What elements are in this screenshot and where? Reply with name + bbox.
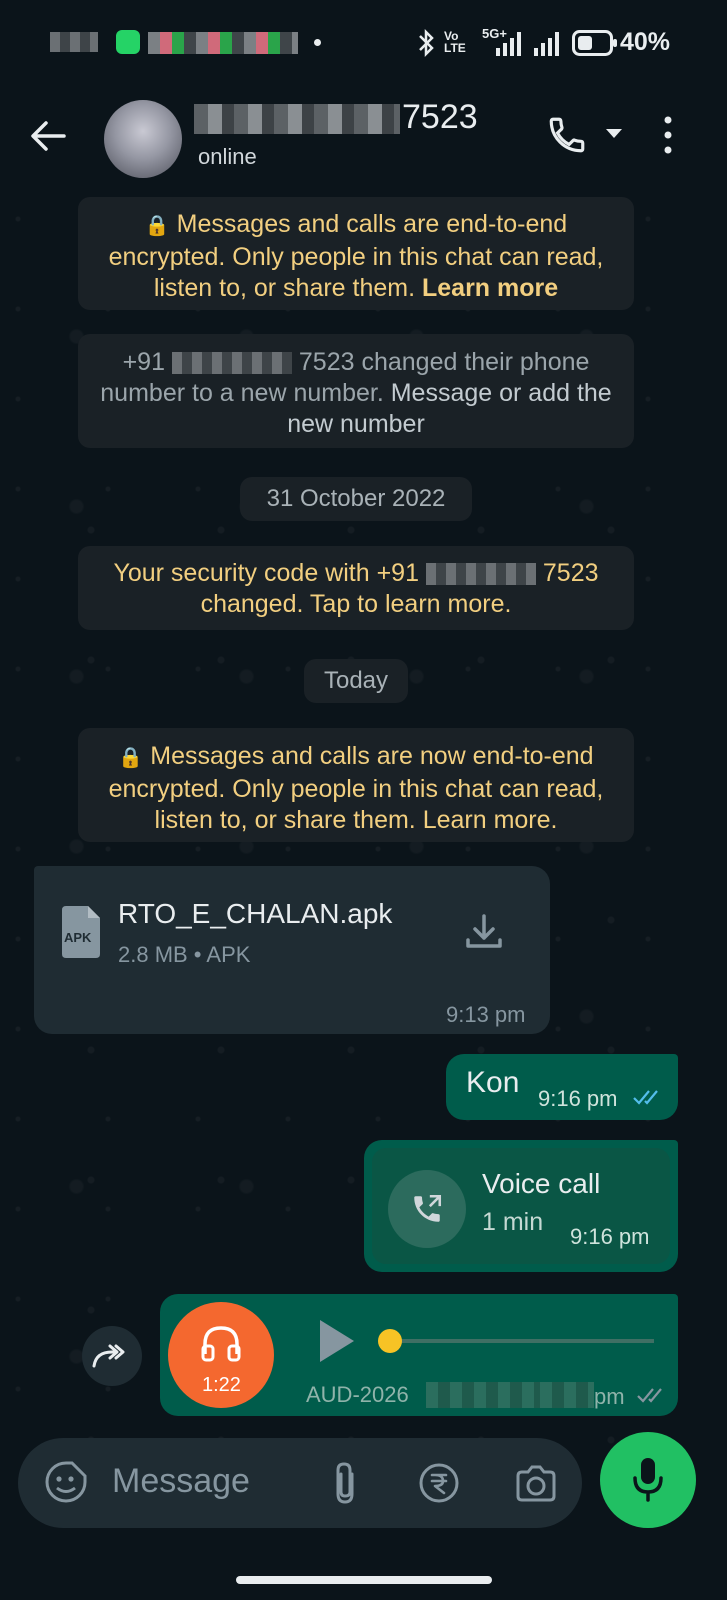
lock-icon: 🔒	[144, 215, 170, 237]
audio-filename-blurred	[426, 1382, 542, 1408]
whatsapp-notification-icon	[116, 30, 140, 54]
message-time: 9:13 pm	[446, 1002, 526, 1027]
play-icon[interactable]	[316, 1318, 356, 1364]
contact-avatar[interactable]	[104, 100, 182, 178]
bluetooth-icon	[419, 28, 434, 58]
contact-status: online	[198, 144, 257, 169]
security-code-prefix: Your security code with +91	[113, 559, 419, 587]
forward-button[interactable]	[82, 1326, 142, 1386]
contact-name-suffix[interactable]: 7523	[402, 98, 478, 137]
volte-indicator: Vo LTE	[444, 29, 466, 55]
delivered-ticks-icon	[637, 1388, 662, 1403]
number-change-notice[interactable]: +91 7523 changed their phone number to a…	[78, 334, 634, 448]
voice-call-icon[interactable]	[546, 114, 588, 156]
audio-progress-thumb[interactable]	[378, 1329, 402, 1353]
message-input-bar: Message	[18, 1438, 582, 1528]
audio-progress-track[interactable]	[388, 1339, 654, 1343]
microphone-icon	[633, 1458, 663, 1502]
security-code-tail: changed. Tap to learn more.	[200, 590, 512, 618]
sticker-emoji-icon[interactable]	[44, 1460, 88, 1504]
battery-percentage: 40%	[620, 28, 671, 56]
download-icon[interactable]	[464, 912, 504, 952]
message-time: 9:16 pm	[570, 1224, 650, 1249]
message-input[interactable]: Message	[112, 1462, 250, 1501]
notification-icons-blurred	[50, 32, 98, 52]
security-code-suffix: 7523	[542, 559, 599, 587]
call-title: Voice call	[482, 1168, 601, 1199]
call-message-bubble[interactable]: Voice call 1 min 9:16 pm	[364, 1140, 678, 1272]
audio-time-blurred	[540, 1382, 594, 1408]
file-meta: 2.8 MB • APK	[118, 942, 251, 967]
outgoing-call-icon	[414, 1194, 442, 1222]
more-notifications-dot-icon	[314, 39, 321, 46]
status-bar: Vo LTE 5G+ 40%	[0, 0, 727, 88]
contact-name-blurred	[194, 104, 400, 134]
call-dropdown-caret-icon[interactable]	[605, 128, 623, 140]
read-ticks-icon	[633, 1090, 658, 1105]
headphones-icon	[201, 1326, 241, 1362]
forward-icon	[92, 1344, 125, 1368]
audio-message-bubble[interactable]: 1:22 AUD-2026 pm	[160, 1294, 678, 1416]
apk-file-icon-label: APK	[64, 930, 92, 945]
number-change-prefix: +91	[122, 348, 165, 376]
signal-strength-icon-2	[534, 32, 559, 56]
chat-header: 7523 online	[0, 88, 727, 192]
more-options-icon[interactable]	[660, 114, 676, 156]
encryption-notice[interactable]: 🔒 Messages and calls are end-to-end encr…	[78, 197, 634, 310]
audio-filename: AUD-2026	[306, 1382, 409, 1407]
phone-number-blurred	[171, 352, 292, 375]
back-arrow-icon[interactable]	[28, 116, 68, 156]
learn-more-link[interactable]: Learn more	[422, 274, 558, 302]
encryption-notice-2[interactable]: 🔒 Messages and calls are now end-to-end …	[78, 728, 634, 842]
voice-record-button[interactable]	[600, 1432, 696, 1528]
file-message-bubble[interactable]: APK RTO_E_CHALAN.apk 2.8 MB • APK 9:13 p…	[34, 866, 550, 1034]
lock-icon: 🔒	[118, 747, 144, 769]
file-name: RTO_E_CHALAN.apk	[118, 898, 393, 929]
encryption-notice-2-text: Messages and calls are now end-to-end en…	[108, 742, 604, 834]
notification-icons-blurred	[148, 32, 298, 54]
date-chip: 31 October 2022	[240, 477, 472, 521]
camera-icon[interactable]	[514, 1464, 558, 1504]
attach-icon[interactable]	[330, 1460, 360, 1506]
phone-number-blurred	[425, 563, 536, 586]
message-time: 9:16 pm	[538, 1086, 618, 1111]
call-duration: 1 min	[482, 1208, 544, 1236]
audio-duration: 1:22	[202, 1374, 241, 1396]
payment-rupee-icon[interactable]	[418, 1462, 460, 1504]
audio-time-suffix: pm	[594, 1384, 625, 1409]
message-text: Kon	[466, 1066, 520, 1099]
security-code-notice[interactable]: Your security code with +91 7523 changed…	[78, 546, 634, 630]
signal-strength-icon	[496, 32, 521, 56]
date-chip-today: Today	[304, 659, 408, 703]
home-indicator[interactable]	[236, 1576, 492, 1584]
battery-icon	[572, 30, 617, 56]
text-message-bubble[interactable]: Kon 9:16 pm	[446, 1054, 678, 1120]
